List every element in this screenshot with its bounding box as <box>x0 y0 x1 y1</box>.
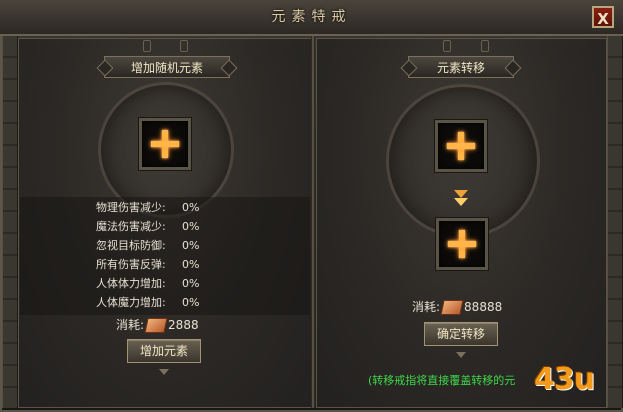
cost-value: 2888 <box>168 318 199 332</box>
stat-value: 0% <box>182 258 200 271</box>
close-button[interactable]: X <box>592 6 614 28</box>
plus-icon <box>151 130 179 158</box>
transfer-source-slot[interactable] <box>435 120 487 172</box>
stat-value: 0% <box>182 201 200 214</box>
ingot-icon <box>440 300 464 315</box>
stat-row-physical-reduction: 物理伤害减少: 0% <box>96 199 199 217</box>
arrow-down-icon <box>454 190 468 208</box>
plus-icon <box>447 132 475 160</box>
title-bar: 元素特戒 <box>0 0 623 36</box>
stat-label: 人体魔力增加: <box>96 296 166 309</box>
stat-value: 0% <box>182 277 200 290</box>
stat-label: 人体体力增加: <box>96 277 166 290</box>
add-element-button[interactable]: 增加元素 <box>127 339 201 363</box>
element-item-slot[interactable] <box>139 118 191 170</box>
left-pillar-decoration <box>2 36 18 408</box>
transfer-target-slot[interactable] <box>436 218 488 270</box>
transfer-warning-note: (转移戒指将直接覆盖转移的元 <box>368 374 516 387</box>
right-pillar-decoration <box>607 36 623 408</box>
cost-label: 消耗: <box>116 318 145 332</box>
transfer-cost: 消耗: 88888 <box>412 298 502 316</box>
stat-label: 物理伤害减少: <box>96 201 166 214</box>
stat-label: 魔法伤害减少: <box>96 220 166 233</box>
stat-row-magic-reduction: 魔法伤害减少: 0% <box>96 218 199 236</box>
left-ornament-knob <box>143 40 151 52</box>
scroll-indicator-icon <box>159 369 169 375</box>
cost-label: 消耗: <box>412 300 441 314</box>
stat-row-ignore-defense: 忽视目标防御: 0% <box>96 237 199 255</box>
panel-divider <box>311 36 315 408</box>
ingot-icon <box>144 318 168 333</box>
scroll-indicator-icon <box>456 352 466 358</box>
stat-row-hp-increase: 人体体力增加: 0% <box>96 275 199 293</box>
stat-row-damage-reflect: 所有伤害反弹: 0% <box>96 256 199 274</box>
element-ring-window: 元素特戒 X 增加随机元素 物理伤害减少: 0% 魔法伤害减少: 0% 忽视目标防御… <box>0 0 623 412</box>
right-ornament-knob <box>443 40 451 52</box>
stat-value: 0% <box>182 296 200 309</box>
stat-row-mp-increase: 人体魔力增加: 0% <box>96 294 199 312</box>
confirm-transfer-button[interactable]: 确定转移 <box>424 322 498 346</box>
add-random-element-banner: 增加随机元素 <box>104 56 230 78</box>
stat-value: 0% <box>182 239 200 252</box>
stat-value: 0% <box>182 220 200 233</box>
left-ornament-knob <box>180 40 188 52</box>
window-title: 元素特戒 <box>271 9 352 25</box>
right-ornament-knob <box>481 40 489 52</box>
cost-value: 88888 <box>464 300 503 314</box>
stat-label: 所有伤害反弹: <box>96 258 166 271</box>
plus-icon <box>448 230 476 258</box>
site-watermark-logo: 43u <box>534 362 595 397</box>
element-transfer-banner: 元素转移 <box>408 56 514 78</box>
stat-label: 忽视目标防御: <box>96 239 166 252</box>
add-element-cost: 消耗: 2888 <box>116 316 199 334</box>
